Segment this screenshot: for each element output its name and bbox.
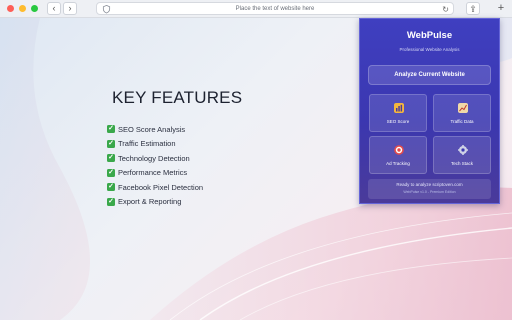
analyze-website-button[interactable]: Analyze Current Website [368,65,491,85]
minimize-window-button[interactable] [19,5,26,12]
feature-label: Facebook Pixel Detection [118,182,204,192]
forward-button[interactable]: › [63,2,77,15]
address-bar-placeholder: Place the text of website here [235,6,315,12]
page-title: KEY FEATURES [112,88,243,107]
feature-label: Technology Detection [118,153,190,163]
list-item: ✓ Traffic Estimation [107,137,203,152]
status-panel: Ready to analyze scriptoven.com WebPulse… [368,179,491,199]
version-text: WebPulse v1.0 - Premium Edition [403,190,456,194]
list-item: ✓ Facebook Pixel Detection [107,180,203,195]
checkmark-icon: ✓ [107,168,115,177]
extension-popup: WebPulse Professional Website Analysis A… [359,18,500,204]
chevron-left-icon: ‹ [52,3,56,13]
chevron-right-icon: › [68,3,72,13]
list-item: ✓ Technology Detection [107,151,203,166]
checkmark-icon: ✓ [107,197,115,206]
checkmark-icon: ✓ [107,125,115,134]
traffic-data-tile[interactable]: Traffic Data [433,94,491,132]
feature-label: Export & Reporting [118,197,182,207]
checkmark-icon: ✓ [107,139,115,148]
close-window-button[interactable] [7,5,14,12]
feature-label: SEO Score Analysis [118,124,186,134]
gear-icon [458,145,468,155]
list-item: ✓ Performance Metrics [107,166,203,181]
feature-label: Traffic Estimation [118,139,176,149]
tile-label: SEO Score [386,119,410,124]
tile-label: Traffic Data [450,119,474,124]
trend-chart-icon [458,103,468,113]
back-button[interactable]: ‹ [47,2,61,15]
new-tab-button[interactable]: + [494,2,508,15]
tech-stack-tile[interactable]: Tech Stack [433,136,491,174]
popup-subtitle: Professional Website Analysis [399,47,460,52]
share-button[interactable]: ⇪ [466,2,480,15]
seo-score-tile[interactable]: SEO Score [369,94,427,132]
tile-label: Ad Tracking [386,161,410,166]
plus-icon: + [497,2,505,14]
maximize-window-button[interactable] [31,5,38,12]
share-icon: ⇪ [469,4,477,14]
browser-toolbar: ‹ › Place the text of website here ↻ ⇪ + [0,0,512,18]
feature-list: ✓ SEO Score Analysis ✓ Traffic Estimation … [107,122,203,209]
list-item: ✓ SEO Score Analysis [107,122,203,137]
address-bar[interactable]: Place the text of website here ↻ [96,2,454,15]
checkmark-icon: ✓ [107,154,115,163]
feature-label: Performance Metrics [118,168,188,178]
checkmark-icon: ✓ [107,183,115,192]
reload-icon[interactable]: ↻ [442,4,449,15]
status-text: Ready to analyze scriptoven.com [396,182,463,187]
ad-tracking-tile[interactable]: Ad Tracking [369,136,427,174]
tile-label: Tech Stack [450,161,473,166]
list-item: ✓ Export & Reporting [107,195,203,210]
popup-title: WebPulse [406,30,453,41]
target-icon [394,145,404,155]
bar-chart-icon [394,103,404,113]
